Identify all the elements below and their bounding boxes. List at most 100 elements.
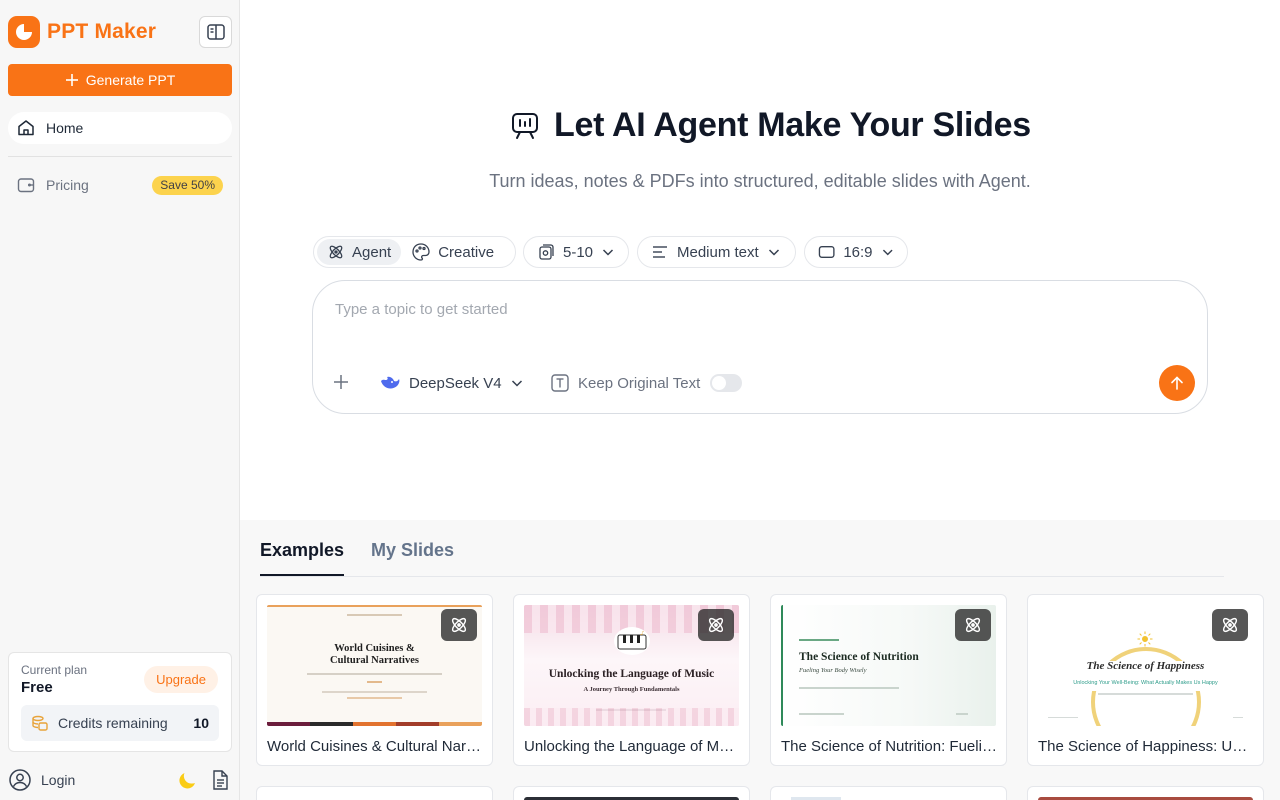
slide-count-value: 5-10 (562, 243, 594, 261)
agent-badge (441, 609, 477, 641)
credits-row: Credits remaining 10 (21, 705, 219, 741)
hero-title: Let AI Agent Make Your Slides (510, 106, 1031, 145)
slide-title: Unlocking the Language of Music (548, 668, 715, 680)
atom-icon (1222, 617, 1238, 633)
piano-icon: ♪ (617, 631, 647, 650)
atom-icon (451, 617, 467, 633)
arrow-up-icon (1171, 376, 1183, 390)
example-title: The Science of Happiness: Unlocking Your… (1038, 738, 1254, 755)
example-title: World Cuisines & Cultural Narratives: Ex… (267, 738, 483, 755)
chevron-down-icon (511, 380, 522, 387)
mode-creative-label: Creative (438, 243, 495, 261)
slide-title: The Science of Happiness (1086, 660, 1205, 672)
agent-badge (1212, 609, 1248, 641)
sidebar-toggle-icon (206, 24, 225, 40)
generate-ppt-button[interactable]: Generate PPT (8, 64, 232, 96)
brand-name: PPT Maker (47, 20, 157, 43)
home-icon (18, 120, 34, 136)
send-button[interactable] (1159, 365, 1195, 401)
example-card[interactable] (1027, 786, 1264, 800)
example-card[interactable]: The Science of Happiness Unlocking Your … (1027, 594, 1264, 766)
document-icon[interactable] (209, 769, 231, 791)
brand-logo-icon (8, 16, 40, 48)
collapse-sidebar-button[interactable] (199, 16, 232, 48)
sidebar-item-home[interactable]: Home (8, 112, 232, 144)
example-card[interactable] (256, 786, 493, 800)
login-label: Login (41, 772, 76, 788)
atom-icon (708, 617, 724, 633)
keep-original-text-label: Keep Original Text (578, 374, 701, 392)
sidebar-item-pricing[interactable]: Pricing Save 50% (8, 169, 232, 201)
deepseek-logo-icon (381, 376, 400, 389)
tab-examples[interactable]: Examples (260, 540, 345, 576)
text-amount-value: Medium text (677, 243, 759, 261)
ratio-icon (818, 246, 835, 258)
text-amount-select[interactable]: Medium text (637, 236, 796, 268)
credits-count: 10 (193, 715, 209, 731)
sidebar-item-label: Home (46, 120, 84, 136)
sidebar: PPT Maker Generate PPT Home Pricing Save… (0, 0, 240, 800)
sun-icon (1137, 631, 1153, 647)
aspect-ratio-value: 16:9 (843, 243, 873, 261)
slide-title: World Cuisines & (334, 643, 415, 654)
topic-input[interactable] (335, 301, 1155, 318)
example-title: The Science of Nutrition: Fueling Your B… (781, 738, 997, 755)
agent-badge (698, 609, 734, 641)
brand[interactable]: PPT Maker (8, 16, 156, 48)
page-subtitle: Turn ideas, notes & PDFs into structured… (489, 171, 1031, 191)
divider (8, 156, 232, 157)
slide-count-select[interactable]: 5-10 (523, 236, 629, 268)
coins-icon (32, 715, 48, 731)
plus-icon (65, 74, 78, 86)
sidebar-item-label: Pricing (46, 177, 89, 193)
example-title: Unlocking the Language of Music: A Journ… (524, 738, 740, 755)
agent-badge (955, 609, 991, 641)
moon-icon[interactable] (177, 769, 199, 791)
atom-icon (329, 245, 343, 259)
model-name: DeepSeek V4 (409, 374, 502, 392)
upgrade-button[interactable]: Upgrade (144, 666, 218, 693)
mode-switch: Agent Creative (313, 236, 516, 268)
model-select[interactable]: DeepSeek V4 (379, 371, 524, 395)
text-box-icon (551, 374, 569, 392)
slide-subtitle: Fueling Your Body Wisely (799, 667, 867, 674)
example-card[interactable]: ♪ Unlocking the Language of Music A Jour… (513, 594, 750, 766)
chevron-down-icon (882, 249, 893, 256)
plan-name: Free (21, 679, 53, 696)
generate-ppt-label: Generate PPT (85, 72, 176, 88)
example-card[interactable] (770, 786, 1007, 800)
chevron-down-icon (768, 249, 779, 256)
tab-my-slides[interactable]: My Slides (371, 540, 454, 561)
add-attachment-icon[interactable] (331, 372, 351, 392)
chevron-down-icon (602, 249, 614, 256)
example-card[interactable]: World Cuisines & Cultural Narratives Wor… (256, 594, 493, 766)
mode-agent-label: Agent (352, 243, 392, 261)
aspect-ratio-select[interactable]: 16:9 (804, 236, 908, 268)
mode-creative-button[interactable]: Creative (401, 239, 504, 265)
credits-label: Credits remaining (58, 715, 168, 731)
login-button[interactable]: Login (8, 768, 75, 792)
mode-agent-button[interactable]: Agent (317, 239, 402, 265)
text-lines-icon (653, 246, 667, 258)
user-icon (9, 769, 31, 791)
slide-title: Cultural Narratives (330, 655, 419, 666)
slide-subtitle: A Journey Through Fundamentals (583, 686, 680, 693)
presentation-icon (512, 112, 538, 139)
svg-text:♪: ♪ (640, 631, 644, 637)
save-badge: Save 50% (152, 176, 223, 195)
main-content: Let AI Agent Make Your Slides Turn ideas… (240, 0, 1280, 800)
slides-icon (539, 244, 554, 260)
keep-original-text-option: Keep Original Text (550, 371, 743, 395)
plan-label: Current plan (21, 663, 88, 677)
prompt-box: DeepSeek V4 Keep Original Text (312, 280, 1208, 414)
plan-card: Current plan Free Upgrade Credits remain… (8, 652, 232, 752)
examples-section: Examples My Slides World Cuisines & Cult… (240, 520, 1280, 800)
palette-icon (412, 243, 430, 261)
example-card[interactable]: The Science of Nutrition Fueling Your Bo… (770, 594, 1007, 766)
keep-original-text-toggle[interactable] (710, 374, 743, 392)
slide-title: The Science of Nutrition (799, 651, 919, 663)
wallet-icon (17, 178, 35, 193)
atom-icon (965, 617, 981, 633)
example-card[interactable] (513, 786, 750, 800)
page-title: Let AI Agent Make Your Slides (554, 106, 1031, 144)
